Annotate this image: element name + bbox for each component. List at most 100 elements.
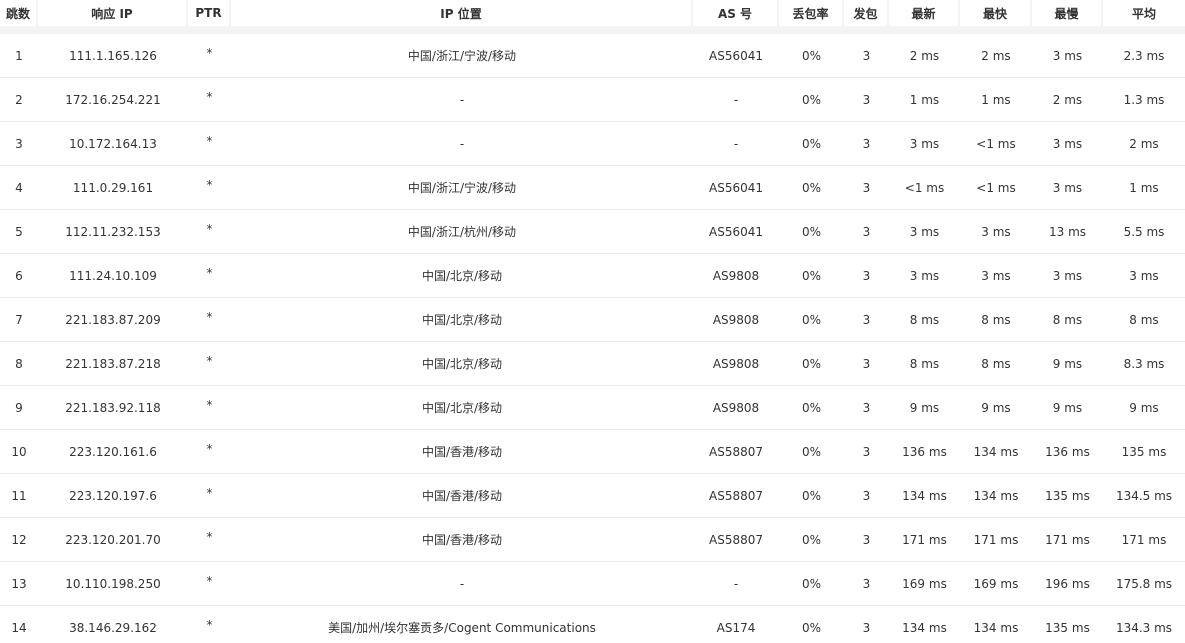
- table-row: 14 38.146.29.162 * 美国/加州/埃尔塞贡多/Cogent Commu…: [0, 606, 1185, 643]
- table-row: 11 223.120.197.6 * 中国/香港/移动 AS58807 0% 3 134 ms…: [0, 474, 1185, 518]
- cell-loss: 0%: [779, 122, 844, 166]
- header-asn: AS 号: [693, 0, 779, 34]
- cell-loss: 0%: [779, 474, 844, 518]
- table-row: 12 223.120.201.70 * 中国/香港/移动 AS58807 0% 3 171 m…: [0, 518, 1185, 562]
- cell-ptr: *: [188, 210, 231, 254]
- cell-ptr: *: [188, 166, 231, 210]
- cell-sent: 3: [844, 210, 889, 254]
- cell-avg: 175.8 ms: [1103, 562, 1185, 606]
- cell-best: <1 ms: [960, 122, 1032, 166]
- cell-ip: 223.120.201.70: [38, 518, 188, 562]
- cell-worst: 136 ms: [1032, 430, 1103, 474]
- table-row: 7 221.183.87.209 * 中国/北京/移动 AS9808 0% 3 8 ms 8 m…: [0, 298, 1185, 342]
- cell-asn: -: [693, 78, 779, 122]
- cell-last: 3 ms: [889, 254, 960, 298]
- cell-ip: 112.11.232.153: [38, 210, 188, 254]
- table-row: 8 221.183.87.218 * 中国/北京/移动 AS9808 0% 3 8 ms 8 m…: [0, 342, 1185, 386]
- header-row: 跳数 响应 IP PTR IP 位置 AS 号 丢包率 发包 最新 最快 最慢 …: [0, 0, 1185, 34]
- header-ip: 响应 IP: [38, 0, 188, 34]
- cell-last: 8 ms: [889, 298, 960, 342]
- cell-best: 2 ms: [960, 34, 1032, 78]
- cell-location: 中国/北京/移动: [231, 342, 693, 386]
- cell-ptr: *: [188, 430, 231, 474]
- cell-ip: 223.120.197.6: [38, 474, 188, 518]
- cell-last: 8 ms: [889, 342, 960, 386]
- cell-worst: 3 ms: [1032, 166, 1103, 210]
- cell-avg: 3 ms: [1103, 254, 1185, 298]
- cell-location: 中国/北京/移动: [231, 254, 693, 298]
- header-worst: 最慢: [1032, 0, 1103, 34]
- cell-ip: 223.120.161.6: [38, 430, 188, 474]
- cell-hop: 10: [0, 430, 38, 474]
- cell-hop: 1: [0, 34, 38, 78]
- cell-best: 1 ms: [960, 78, 1032, 122]
- cell-best: 134 ms: [960, 474, 1032, 518]
- table-row: 3 10.172.164.13 * - -0% 3 3 ms <1 ms 3 ms 2 ms: [0, 122, 1185, 166]
- cell-loss: 0%: [779, 166, 844, 210]
- cell-ip: 111.24.10.109: [38, 254, 188, 298]
- cell-best: 134 ms: [973, 620, 1019, 635]
- cell-location: -: [231, 122, 693, 166]
- cell-asn: AS58807: [693, 430, 779, 474]
- cell-asn: -: [693, 122, 779, 166]
- cell-location: 中国/浙江/宁波/移动: [231, 166, 693, 210]
- cell-best: 9 ms: [960, 386, 1032, 430]
- header-avg: 平均: [1103, 0, 1185, 34]
- cell-hop: 14: [11, 620, 27, 635]
- cell-best: 8 ms: [960, 342, 1032, 386]
- header-location: IP 位置: [231, 0, 693, 34]
- cell-ptr: *: [188, 342, 231, 386]
- cell-loss: 0%: [779, 254, 844, 298]
- cell-ip: 38.146.29.162: [69, 620, 157, 635]
- cell-hop: 3: [0, 122, 38, 166]
- cell-worst: 13 ms: [1032, 210, 1103, 254]
- cell-hop: 7: [0, 298, 38, 342]
- cell-sent: 3: [844, 254, 889, 298]
- cell-avg: 2.3 ms: [1103, 34, 1185, 78]
- cell-sent: 3: [844, 34, 889, 78]
- cell-last: 134 ms: [889, 474, 960, 518]
- cell-ip: 111.1.165.126: [38, 34, 188, 78]
- cell-sent: 3: [844, 78, 889, 122]
- cell-hop: 4: [0, 166, 38, 210]
- cell-ip: 10.172.164.13: [38, 122, 188, 166]
- cell-avg: 135 ms: [1103, 430, 1185, 474]
- cell-ip: 221.183.92.118: [38, 386, 188, 430]
- cell-loss: 0%: [779, 78, 844, 122]
- cell-worst: 3 ms: [1032, 122, 1103, 166]
- cell-worst: 3 ms: [1032, 254, 1103, 298]
- cell-location: 中国/北京/移动: [231, 298, 693, 342]
- cell-worst: 135 ms: [1045, 620, 1090, 635]
- table-row: 1 111.1.165.126 * 中国/浙江/宁波/移动 AS56041 0% 3 2 ms…: [0, 34, 1185, 78]
- table-header: 跳数 响应 IP PTR IP 位置 AS 号 丢包率 发包 最新 最快 最慢 …: [0, 0, 1185, 34]
- cell-loss: 0%: [779, 210, 844, 254]
- cell-loss: 0%: [801, 620, 822, 635]
- cell-hop: 2: [0, 78, 38, 122]
- cell-sent: 3: [844, 562, 889, 606]
- cell-last: 136 ms: [889, 430, 960, 474]
- cell-asn: AS56041: [693, 166, 779, 210]
- cell-sent: 3: [844, 518, 889, 562]
- cell-worst: 3 ms: [1032, 34, 1103, 78]
- cell-best: <1 ms: [960, 166, 1032, 210]
- cell-avg: 1.3 ms: [1103, 78, 1185, 122]
- cell-loss: 0%: [779, 34, 844, 78]
- cell-ptr: *: [206, 618, 213, 632]
- cell-last: 3 ms: [889, 122, 960, 166]
- cell-location: 中国/香港/移动: [231, 430, 693, 474]
- header-best: 最快: [960, 0, 1032, 34]
- cell-ptr: *: [188, 34, 231, 78]
- cell-last: 2 ms: [889, 34, 960, 78]
- cell-worst: 8 ms: [1032, 298, 1103, 342]
- cell-best: 171 ms: [960, 518, 1032, 562]
- cell-loss: 0%: [779, 518, 844, 562]
- table-row: 2 172.16.254.221 * - -0% 3 1 ms 1 ms 2 ms 1.3 ms: [0, 78, 1185, 122]
- cell-worst: 2 ms: [1032, 78, 1103, 122]
- cell-worst: 9 ms: [1032, 386, 1103, 430]
- cell-sent: 3: [862, 620, 871, 635]
- cell-asn: AS58807: [693, 474, 779, 518]
- cell-ip: 172.16.254.221: [38, 78, 188, 122]
- cell-asn: AS174: [716, 620, 756, 635]
- table-row: 13 10.110.198.250 * - -0% 3 169 ms 169 ms 196 ms…: [0, 562, 1185, 606]
- cell-asn: AS9808: [693, 342, 779, 386]
